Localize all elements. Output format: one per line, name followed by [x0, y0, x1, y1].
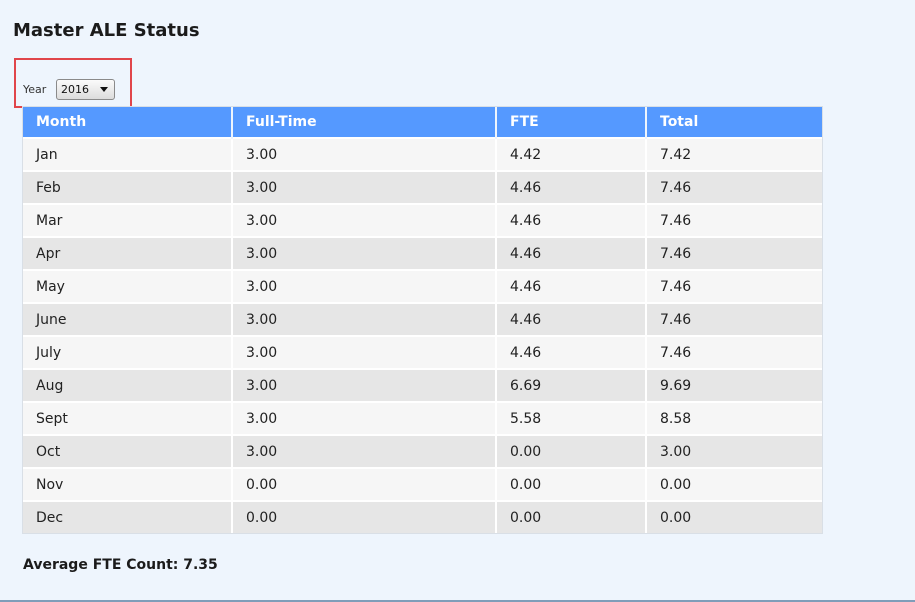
cell-month: May [23, 269, 233, 303]
cell-full-time: 3.00 [232, 203, 497, 237]
cell-fte: 0.00 [496, 500, 647, 533]
table-row: Mar 3.00 4.46 7.46 [23, 203, 822, 237]
cell-month: July [23, 335, 233, 369]
table-row: June 3.00 4.46 7.46 [23, 302, 822, 336]
table-row: Dec 0.00 0.00 0.00 [23, 500, 822, 533]
table-row: Nov 0.00 0.00 0.00 [23, 467, 822, 501]
cell-total: 7.42 [646, 137, 822, 171]
cell-total: 7.46 [646, 302, 822, 336]
cell-fte: 4.46 [496, 335, 647, 369]
cell-month: Dec [23, 500, 233, 533]
cell-total: 8.58 [646, 401, 822, 435]
cell-total: 7.46 [646, 269, 822, 303]
cell-full-time: 3.00 [232, 401, 497, 435]
cell-month: Nov [23, 467, 233, 501]
cell-full-time: 3.00 [232, 236, 497, 270]
table-row: Oct 3.00 0.00 3.00 [23, 434, 822, 468]
cell-full-time: 3.00 [232, 434, 497, 468]
table-row: Feb 3.00 4.46 7.46 [23, 170, 822, 204]
column-header-fte: FTE [496, 107, 647, 138]
page-title: Master ALE Status [13, 20, 200, 41]
cell-month: June [23, 302, 233, 336]
cell-fte: 4.46 [496, 236, 647, 270]
cell-fte: 4.46 [496, 203, 647, 237]
cell-fte: 6.69 [496, 368, 647, 402]
cell-full-time: 3.00 [232, 335, 497, 369]
cell-fte: 4.42 [496, 137, 647, 171]
cell-total: 3.00 [646, 434, 822, 468]
cell-month: Oct [23, 434, 233, 468]
cell-full-time: 3.00 [232, 368, 497, 402]
cell-fte: 0.00 [496, 467, 647, 501]
table-row: Aug 3.00 6.69 9.69 [23, 368, 822, 402]
cell-month: Mar [23, 203, 233, 237]
column-header-total: Total [646, 107, 822, 138]
cell-month: Sept [23, 401, 233, 435]
cell-total: 0.00 [646, 500, 822, 533]
cell-full-time: 0.00 [232, 467, 497, 501]
cell-fte: 4.46 [496, 269, 647, 303]
cell-total: 7.46 [646, 236, 822, 270]
table-row: Apr 3.00 4.46 7.46 [23, 236, 822, 270]
cell-fte: 4.46 [496, 170, 647, 204]
cell-month: Feb [23, 170, 233, 204]
cell-month: Apr [23, 236, 233, 270]
year-select-value: 2016 [61, 83, 89, 96]
year-label: Year [23, 83, 47, 96]
table-header-row: Month Full-Time FTE Total [23, 107, 822, 138]
ale-status-table: Month Full-Time FTE Total Jan 3.00 4.42 … [23, 107, 822, 533]
cell-month: Aug [23, 368, 233, 402]
cell-full-time: 3.00 [232, 302, 497, 336]
cell-fte: 5.58 [496, 401, 647, 435]
cell-full-time: 0.00 [232, 500, 497, 533]
cell-month: Jan [23, 137, 233, 171]
year-filter-highlight: Year 2016 [14, 58, 132, 108]
cell-fte: 4.46 [496, 302, 647, 336]
column-header-month: Month [23, 107, 233, 138]
cell-total: 7.46 [646, 170, 822, 204]
cell-fte: 0.00 [496, 434, 647, 468]
chevron-down-icon [100, 87, 108, 92]
column-header-full-time: Full-Time [232, 107, 497, 138]
cell-total: 0.00 [646, 467, 822, 501]
cell-total: 7.46 [646, 203, 822, 237]
average-fte-count: Average FTE Count: 7.35 [23, 557, 218, 573]
cell-full-time: 3.00 [232, 269, 497, 303]
cell-full-time: 3.00 [232, 170, 497, 204]
year-select[interactable]: 2016 [56, 79, 115, 100]
table-row: July 3.00 4.46 7.46 [23, 335, 822, 369]
table-row: May 3.00 4.46 7.46 [23, 269, 822, 303]
table-row: Sept 3.00 5.58 8.58 [23, 401, 822, 435]
cell-total: 7.46 [646, 335, 822, 369]
cell-total: 9.69 [646, 368, 822, 402]
cell-full-time: 3.00 [232, 137, 497, 171]
table-row: Jan 3.00 4.42 7.42 [23, 137, 822, 171]
